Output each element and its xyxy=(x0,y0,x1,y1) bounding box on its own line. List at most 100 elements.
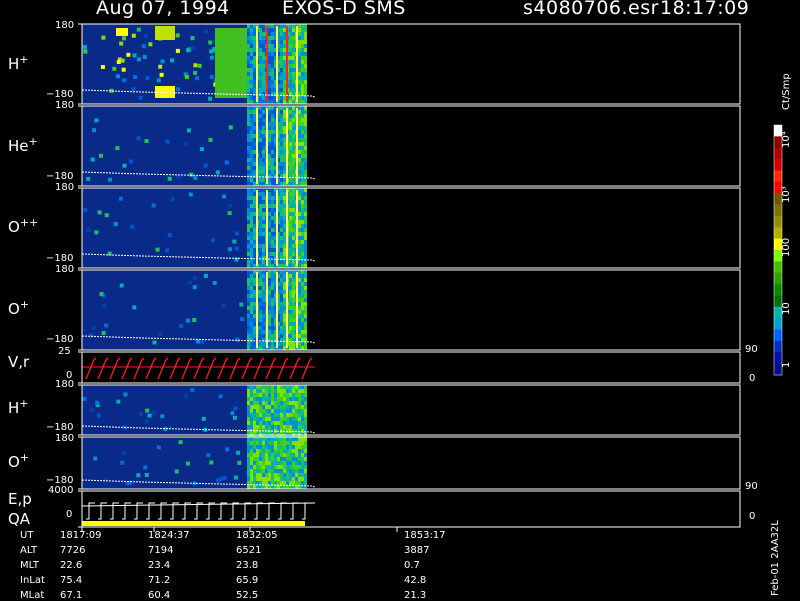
spectrogram-cell xyxy=(262,64,265,68)
spectrogram-cell xyxy=(283,302,286,306)
spectrogram-cell xyxy=(271,425,274,429)
spectrogram-cell xyxy=(195,76,199,81)
spectrogram-region xyxy=(82,188,247,268)
spectrogram-cell xyxy=(286,421,289,425)
spectrogram-cell xyxy=(262,240,265,244)
spectrogram-cell xyxy=(286,389,289,393)
spectrogram-streak xyxy=(256,26,258,102)
spectrogram-cell xyxy=(250,264,253,268)
spectrogram-cell xyxy=(222,194,227,199)
spectrogram-cell xyxy=(292,138,295,142)
spectrogram-cell xyxy=(304,334,307,338)
spectrogram-cell xyxy=(283,188,286,192)
spectrogram-cell xyxy=(256,405,259,409)
spectrogram-cell xyxy=(283,52,286,56)
spectrogram-cell xyxy=(247,274,250,278)
spectrogram-cell xyxy=(268,56,271,60)
spectrogram-cell xyxy=(265,485,268,489)
spectrogram-cell xyxy=(271,389,274,393)
spectrogram-cell xyxy=(268,170,271,174)
spectrogram-cell xyxy=(236,450,241,455)
spectrogram-cell xyxy=(304,445,307,449)
spectrogram-cell xyxy=(247,208,250,212)
spectrogram-cell xyxy=(298,260,301,264)
spectrogram-cell xyxy=(292,72,295,76)
spectrogram-cell xyxy=(283,114,286,118)
spectrogram-cell xyxy=(178,138,183,143)
spectrogram-cell xyxy=(277,417,280,421)
spectrogram-cell xyxy=(274,469,277,473)
spectrogram-streak xyxy=(266,190,268,266)
spectrogram-cell xyxy=(271,282,274,286)
spectrogram-cell xyxy=(283,465,286,469)
spectrogram-cell xyxy=(262,68,265,72)
spectrogram-cell xyxy=(280,385,283,389)
spectrogram-cell xyxy=(289,88,292,92)
spectrogram-streak xyxy=(276,272,278,348)
spectrogram-cell xyxy=(262,264,265,268)
spectrogram-cell xyxy=(247,126,250,130)
spectrogram-cell xyxy=(304,274,307,278)
spectrogram-cell xyxy=(250,248,253,252)
spectrogram-cell xyxy=(304,469,307,473)
spectrogram-cell xyxy=(250,130,253,134)
spectrogram-cell xyxy=(280,232,283,236)
spectrogram-cell xyxy=(262,232,265,236)
spectrogram-cell xyxy=(247,465,250,469)
spectrogram-cell xyxy=(292,264,295,268)
spectrogram-cell xyxy=(280,76,283,80)
y-tick-top: 25 xyxy=(58,346,71,357)
spectrogram-cell xyxy=(301,425,304,429)
spectrogram-cell xyxy=(301,40,304,44)
spectrogram-cell xyxy=(283,80,286,84)
colorbar-unit: Ct/Smp xyxy=(781,73,792,110)
spectrogram-cell xyxy=(283,196,286,200)
spectrogram-cell xyxy=(289,138,292,142)
spectrogram-cell xyxy=(304,154,307,158)
spectrogram-cell xyxy=(283,445,286,449)
spectrogram-cell xyxy=(298,68,301,72)
spectrogram-cell xyxy=(122,36,126,41)
spectrogram-cell xyxy=(298,84,301,88)
spectrogram-cell xyxy=(289,28,292,32)
spectrogram-cell xyxy=(268,417,271,421)
spectrogram-cell xyxy=(301,200,304,204)
spectrogram-cell xyxy=(268,274,271,278)
spectrogram-cell xyxy=(265,417,268,421)
spectrogram-cell xyxy=(262,282,265,286)
spectrogram-cell xyxy=(298,310,301,314)
spectrogram-cell xyxy=(259,389,262,393)
spectrogram-cell xyxy=(250,72,253,76)
spectrogram-cell xyxy=(271,96,274,100)
spectrogram-streak xyxy=(266,26,268,102)
spectrogram-cell xyxy=(247,413,250,417)
spectrogram-cell xyxy=(274,481,277,485)
spectrogram-cell xyxy=(289,48,292,52)
spectrogram-cell xyxy=(292,453,295,457)
spectrogram-cell xyxy=(304,162,307,166)
spectrogram-cell xyxy=(259,216,262,220)
spectrogram-cell xyxy=(280,282,283,286)
spectrogram-cell xyxy=(221,303,225,308)
spectrogram-cell xyxy=(301,342,304,346)
spectrogram-cell xyxy=(283,274,286,278)
spectrogram-cell xyxy=(271,310,274,314)
spectrogram-cell xyxy=(283,192,286,196)
spectrogram-cell xyxy=(268,342,271,346)
spectrogram-cell xyxy=(295,445,298,449)
spectrogram-cell xyxy=(283,236,286,240)
spectrogram-cell xyxy=(256,469,259,473)
colorbar-segment xyxy=(774,147,782,160)
spectrogram-cell xyxy=(232,239,237,244)
spectrogram-cell xyxy=(253,310,256,314)
spectrogram-cell xyxy=(262,224,265,228)
spectrogram-cell xyxy=(262,170,265,174)
spectrogram-cell xyxy=(283,110,286,114)
spectrogram-cell xyxy=(283,100,286,104)
spectrogram-cell xyxy=(271,56,274,60)
spectrogram-cell xyxy=(247,342,250,346)
spectrogram-cell xyxy=(298,318,301,322)
spectrogram-cell xyxy=(280,72,283,76)
spectrogram-cell xyxy=(283,170,286,174)
spectrogram-cell xyxy=(271,469,274,473)
